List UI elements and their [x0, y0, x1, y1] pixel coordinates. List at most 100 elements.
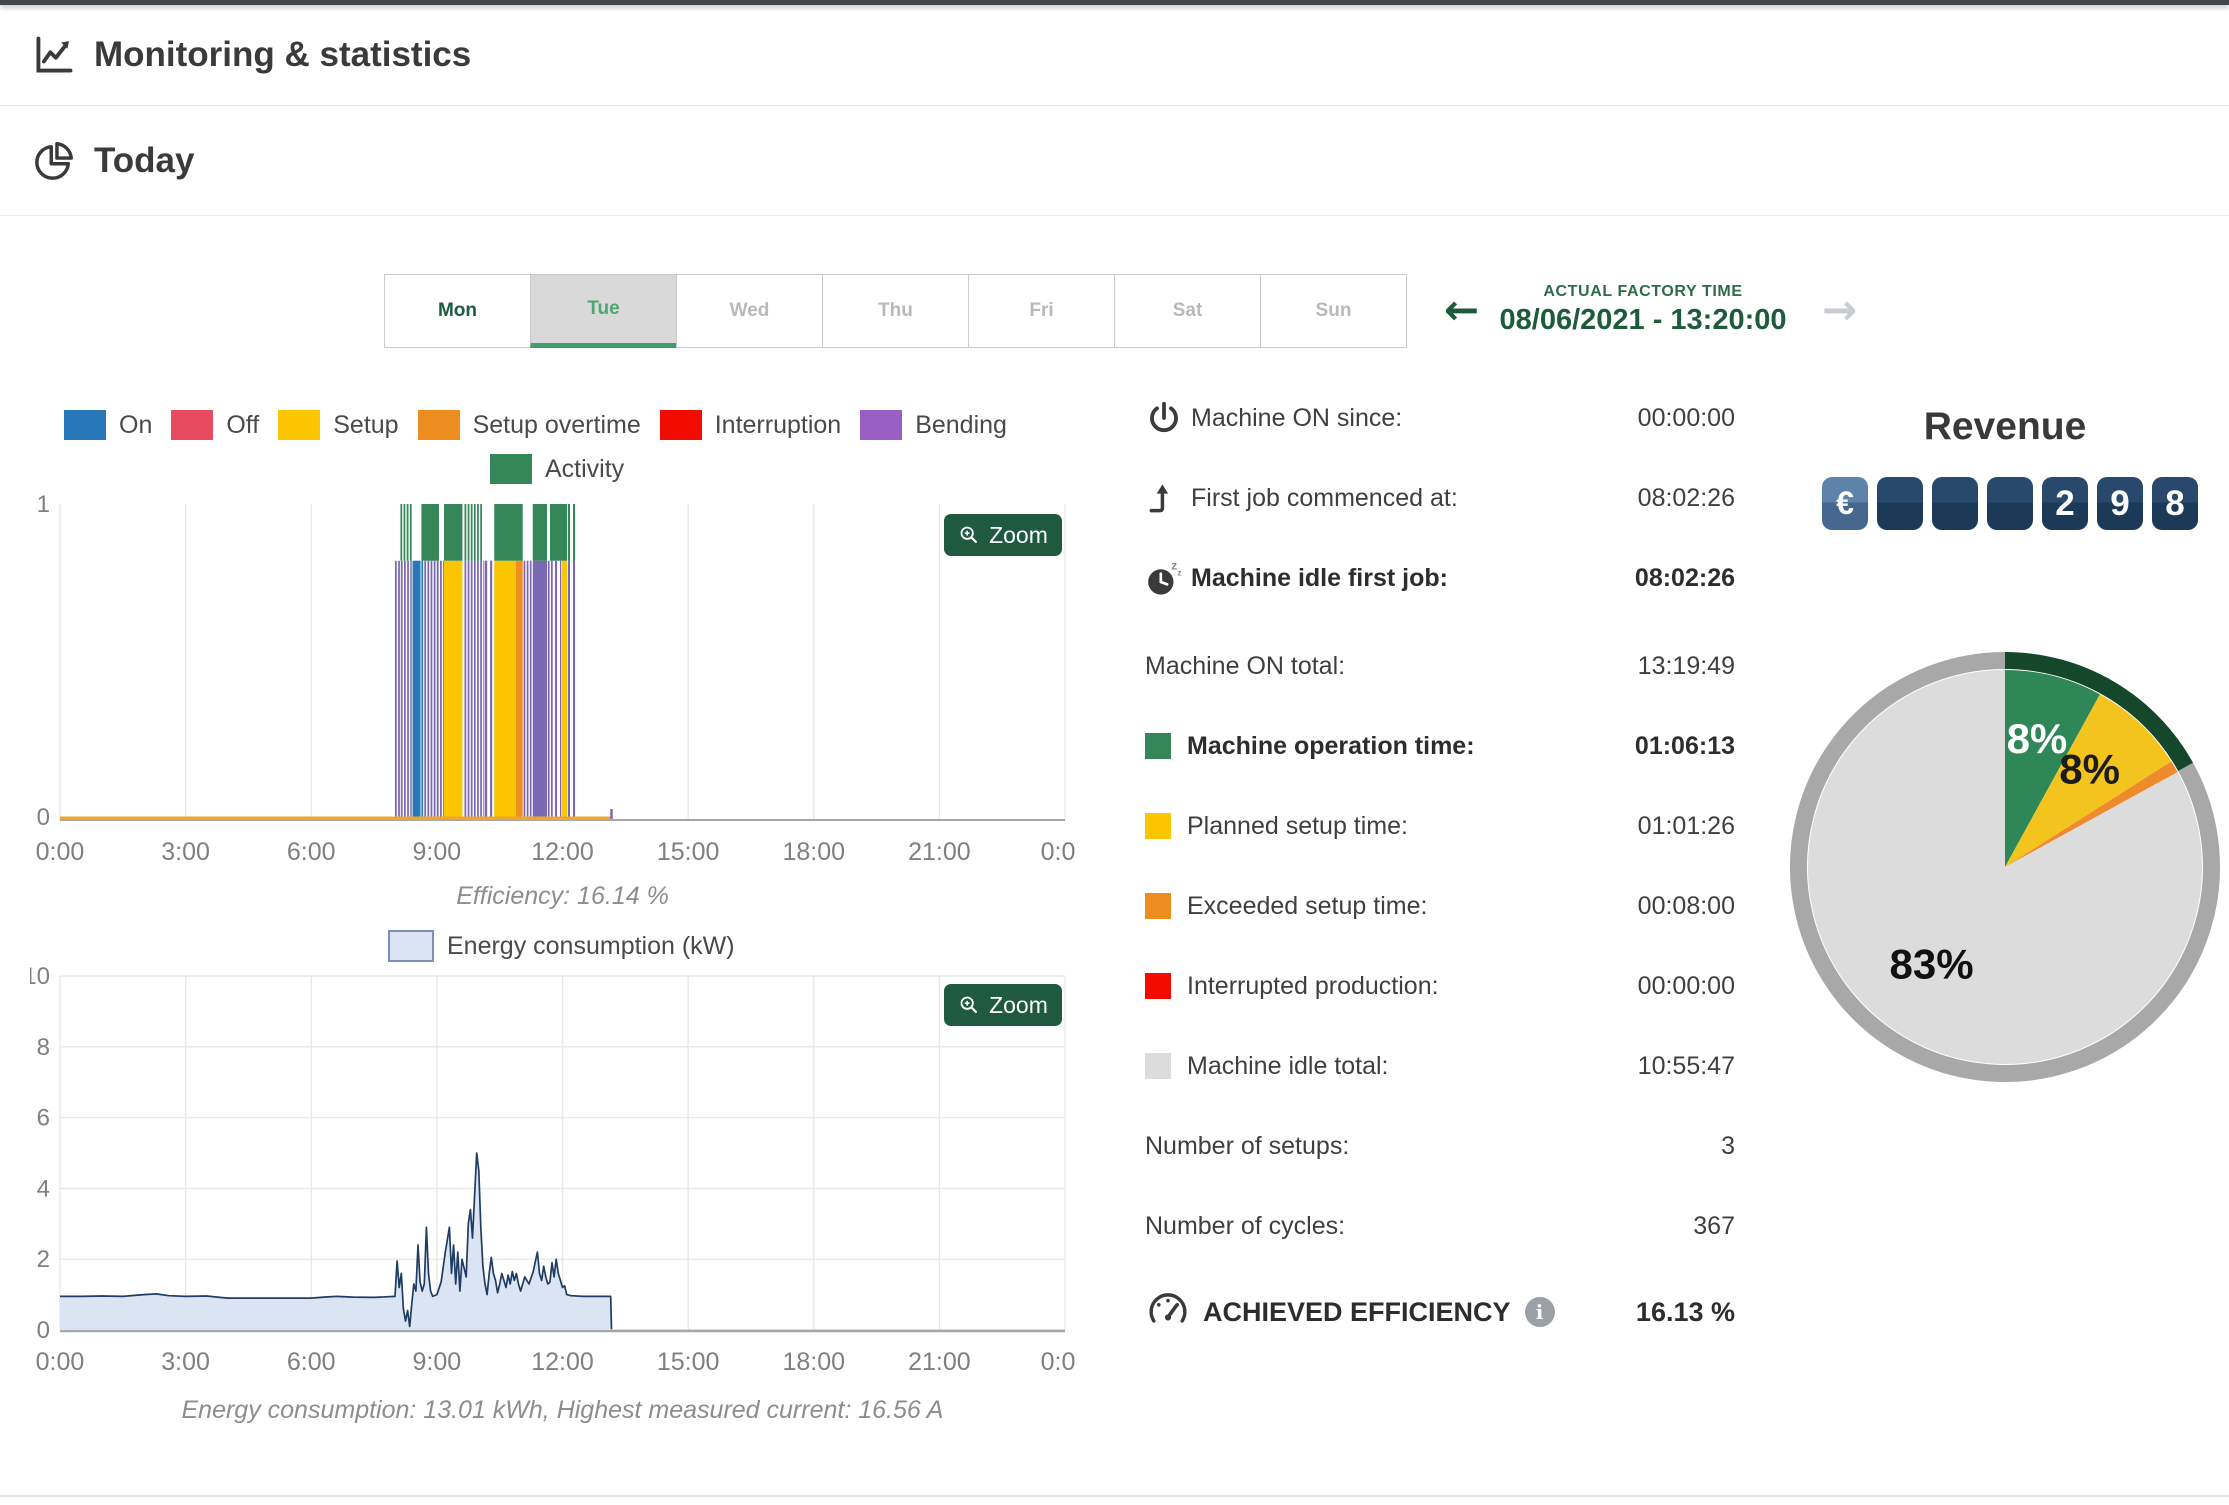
- energy-chart-zoom-button[interactable]: Zoom: [944, 984, 1062, 1026]
- legend-item-setup[interactable]: Setup: [278, 410, 399, 440]
- svg-text:9:00: 9:00: [413, 1348, 462, 1376]
- svg-text:10: 10: [30, 963, 50, 990]
- stat-row: Number of cycles: 367: [1145, 1208, 1735, 1244]
- legend-label: Setup overtime: [472, 410, 641, 439]
- day-tab-sat[interactable]: Sat: [1114, 274, 1261, 348]
- stat-label: Machine idle total:: [1187, 1051, 1389, 1080]
- day-tab-thu[interactable]: Thu: [822, 274, 969, 348]
- achieved-efficiency-row: ACHIEVED EFFICIENCY i 16.13 %: [1145, 1290, 1735, 1334]
- stat-label: First job commenced at:: [1191, 483, 1458, 512]
- stat-label: Machine operation time:: [1187, 731, 1475, 760]
- stat-label: Planned setup time:: [1187, 811, 1408, 840]
- power-icon: [1145, 399, 1191, 437]
- achieved-efficiency-label: ACHIEVED EFFICIENCY: [1203, 1296, 1511, 1327]
- stat-swatch-setup: [1145, 813, 1171, 839]
- top-accent-bar: [0, 0, 2229, 5]
- legend-item-bending[interactable]: Bending: [860, 410, 1007, 440]
- day-tab-mon[interactable]: Mon: [384, 274, 531, 348]
- machine-state-chart: 0:00 3:00 6:00 9:00 12:00 15:00 18:00 21:00 0:00…: [36, 492, 1075, 866]
- magnifier-plus-icon: [960, 526, 978, 543]
- state-chart-zoom-button[interactable]: Zoom: [944, 514, 1062, 556]
- svg-text:8%: 8%: [2007, 715, 2068, 762]
- day-picker: Mon Tue Wed Thu Fri Sat Sun: [384, 274, 1407, 348]
- svg-text:6:00: 6:00: [287, 838, 336, 866]
- svg-text:0:00: 0:00: [1041, 838, 1075, 866]
- legend-item-off[interactable]: Off: [171, 410, 259, 440]
- legend-item-setup-overtime[interactable]: Setup overtime: [417, 410, 641, 440]
- svg-text:18:00: 18:00: [782, 838, 845, 866]
- svg-text:83%: 83%: [1890, 940, 1974, 987]
- stat-row: Exceeded setup time: 00:08:00: [1145, 888, 1735, 924]
- legend-label: Interruption: [714, 410, 842, 439]
- page-title: Monitoring & statistics: [94, 35, 472, 74]
- svg-text:0: 0: [37, 804, 50, 831]
- stat-value: 13:19:49: [1637, 651, 1735, 680]
- stat-row: Machine ON total: 13:19:49: [1145, 648, 1735, 684]
- svg-text:2: 2: [37, 1246, 50, 1273]
- stat-value: 10:55:47: [1637, 1051, 1735, 1080]
- revenue-pie-chart: 8%8% 83%: [1790, 652, 2220, 1082]
- stat-label: Machine idle first job:: [1191, 563, 1448, 592]
- next-day-arrow[interactable]: →: [1816, 288, 1863, 332]
- stat-label: Machine ON since:: [1191, 403, 1403, 432]
- info-icon[interactable]: i: [1524, 1297, 1555, 1327]
- day-tab-wed[interactable]: Wed: [676, 274, 823, 348]
- stat-row: Number of setups: 3: [1145, 1128, 1735, 1164]
- stat-swatch-idle: [1145, 1053, 1171, 1079]
- stat-row: Interrupted production: 00:00:00: [1145, 968, 1735, 1004]
- svg-text:15:00: 15:00: [657, 1348, 720, 1376]
- stat-row: z z Machine idle first job: 08:02:26: [1145, 559, 1735, 597]
- svg-text:9:00: 9:00: [413, 838, 462, 866]
- stat-row: Machine idle total: 10:55:47: [1145, 1048, 1735, 1084]
- stat-label: Machine ON total:: [1145, 651, 1346, 680]
- svg-text:4: 4: [37, 1175, 50, 1202]
- stat-value: 01:01:26: [1637, 811, 1735, 840]
- state-chart-legend-row2: Activity: [490, 454, 624, 484]
- svg-text:21:00: 21:00: [908, 838, 971, 866]
- svg-text:3:00: 3:00: [161, 1348, 210, 1376]
- idle-clock-icon: zz: [1145, 559, 1191, 597]
- stat-value: 08:02:26: [1634, 563, 1735, 592]
- legend-item-on[interactable]: On: [64, 410, 152, 440]
- svg-text:3:00: 3:00: [161, 838, 210, 866]
- day-tab-sun[interactable]: Sun: [1260, 274, 1407, 348]
- svg-text:6: 6: [37, 1105, 50, 1132]
- bottom-divider: [0, 1495, 2229, 1497]
- stat-row: Machine ON since: 00:00:00: [1145, 400, 1735, 436]
- stat-swatch-setup_overtime: [1145, 893, 1171, 919]
- stat-label: Interrupted production:: [1187, 971, 1439, 1000]
- legend-swatch: [860, 410, 903, 440]
- svg-text:18:00: 18:00: [782, 1348, 845, 1376]
- factory-time-block: ACTUAL FACTORY TIME 08/06/2021 - 13:20:0…: [1478, 283, 1808, 337]
- legend-item-interruption[interactable]: Interruption: [659, 410, 842, 440]
- stat-swatch-interruption: [1145, 973, 1171, 999]
- stat-value: 00:00:00: [1637, 971, 1735, 1000]
- svg-text:12:00: 12:00: [531, 838, 594, 866]
- revenue-digit-tile-3: [1987, 477, 2033, 530]
- legend-swatch: [64, 410, 106, 440]
- svg-text:15:00: 15:00: [657, 838, 720, 866]
- revenue-counter: €2 9 8: [1822, 477, 2198, 530]
- section-title: Today: [94, 140, 195, 180]
- legend-label: Setup: [333, 410, 399, 439]
- day-tab-fri[interactable]: Fri: [968, 274, 1115, 348]
- legend-swatch: [417, 410, 460, 440]
- svg-text:8: 8: [37, 1034, 50, 1061]
- stats-panel: Machine ON since: 00:00:00 First job comme…: [1145, 400, 1735, 1334]
- pie-chart-icon: [35, 141, 73, 180]
- first-job-icon: [1145, 479, 1191, 517]
- day-tab-tue[interactable]: Tue: [530, 274, 677, 348]
- svg-text:0:00: 0:00: [36, 838, 85, 866]
- zoom-button-label: Zoom: [989, 991, 1048, 1018]
- legend-item-activity[interactable]: Activity: [490, 454, 624, 484]
- legend-swatch: [171, 410, 214, 440]
- svg-text:21:00: 21:00: [908, 1348, 971, 1376]
- factory-time-label: ACTUAL FACTORY TIME: [1543, 283, 1743, 300]
- factory-time-value: 08/06/2021 - 13:20:00: [1499, 304, 1787, 336]
- stat-swatch-activity: [1145, 733, 1171, 759]
- line-chart-icon: [36, 36, 73, 73]
- stat-row: Machine operation time: 01:06:13: [1145, 728, 1735, 764]
- stats-group-top: Machine ON since: 00:00:00 First job comme…: [1145, 400, 1735, 596]
- stat-value: 367: [1693, 1211, 1735, 1240]
- revenue-digit-tile-6: 8: [2152, 477, 2198, 530]
